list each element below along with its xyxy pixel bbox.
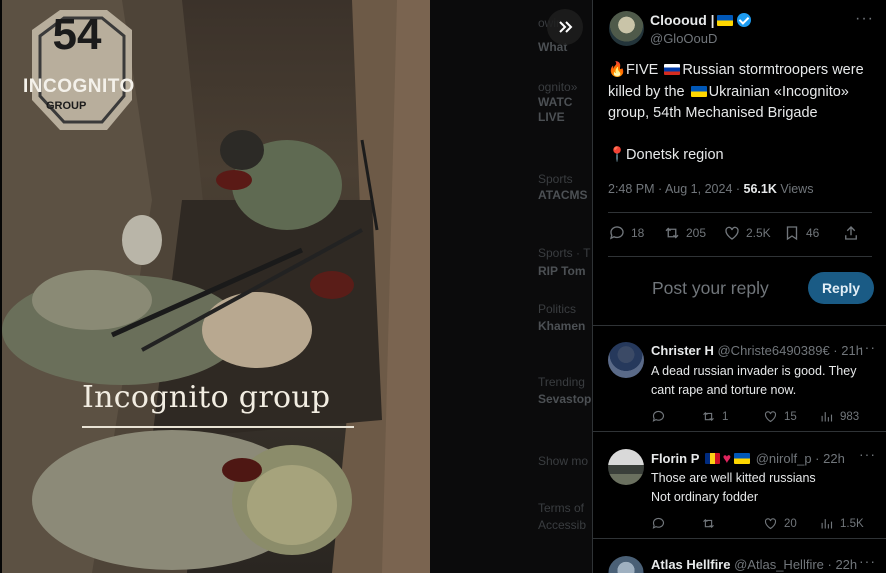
reply-input[interactable]: Post your reply — [652, 278, 769, 299]
author-name[interactable]: Cloooud | — [650, 12, 751, 28]
reply-avatar[interactable] — [608, 449, 644, 485]
bar-chart-icon — [821, 412, 833, 422]
red-heart-icon: ♥ — [722, 450, 732, 466]
speech-bubble-icon — [652, 410, 665, 422]
verified-badge-icon — [736, 13, 751, 27]
background-feed-text: Show mo — [538, 454, 589, 468]
share-action[interactable] — [842, 224, 860, 242]
author-handle[interactable]: @GloOouD — [650, 31, 717, 46]
reply-text: A dead russian invader is good. They can… — [651, 364, 857, 397]
reply-avatar[interactable] — [608, 342, 644, 378]
romania-flag-icon — [704, 453, 720, 464]
ukraine-flag-icon — [716, 15, 733, 26]
chevron-double-right-icon — [559, 21, 573, 33]
background-feed-text: Khamen — [538, 319, 586, 333]
reply-text: Those are well kitted russians Not ordina… — [651, 471, 816, 504]
speech-bubble-icon — [609, 226, 624, 240]
background-feed-text: Sports — [538, 172, 573, 186]
ukraine-flag-icon — [734, 453, 751, 464]
background-feed-text: Sevastop — [538, 392, 592, 406]
logo-number: 54 — [52, 10, 102, 59]
reply-author[interactable]: Christer H @Christe6490389€ · 21h — [651, 343, 863, 358]
more-options-icon[interactable]: ··· — [859, 339, 876, 355]
background-feed-text: Trending — [538, 375, 585, 389]
speech-bubble-icon — [652, 517, 665, 529]
heart-icon — [764, 518, 777, 530]
divider — [593, 538, 886, 539]
divider — [608, 256, 872, 257]
author-avatar[interactable] — [609, 11, 644, 46]
background-feed-text: ognito» — [538, 80, 578, 94]
reply-avatar[interactable] — [608, 556, 644, 573]
views-action[interactable]: 1.5K — [819, 516, 864, 531]
tweet-timestamp: 2:48 PM · Aug 1, 2024 · 56.1K Views — [608, 182, 814, 196]
reply-action[interactable]: 18 — [608, 224, 644, 242]
ukraine-flag-icon — [690, 85, 707, 97]
divider — [593, 325, 886, 326]
logo-subtitle: GROUP — [46, 100, 87, 112]
bookmark-icon — [786, 226, 798, 241]
reply-actions: 1 15 983 — [651, 409, 886, 427]
bar-chart-icon — [821, 519, 833, 529]
background-feed-text: WATC — [538, 95, 573, 109]
background-feed-text: LIVE — [538, 110, 565, 124]
background-feed-text: ATACMS — [538, 188, 588, 202]
repost-action[interactable]: 1 — [701, 409, 728, 424]
background-feed-text: Accessib — [538, 518, 587, 532]
media-viewer: owingWhatWATCLIVEognito»SportsATACMSSpor… — [0, 0, 592, 573]
share-upload-icon — [845, 226, 857, 240]
reply-author[interactable]: Atlas Hellfire @Atlas_Hellfire · 22h — [651, 557, 857, 572]
background-feed: owingWhatWATCLIVEognito»SportsATACMSSpor… — [430, 0, 592, 573]
repost-arrows-icon — [703, 518, 714, 529]
media-photo[interactable]: 54 INCOGNITO GROUP Incognito group — [2, 0, 430, 573]
reply-actions: 20 1.5K — [651, 516, 886, 534]
background-feed-text: Terms of — [538, 501, 585, 515]
background-feed-text: RIP Tom — [538, 264, 586, 278]
photo-watermark: Incognito group — [82, 380, 331, 415]
divider — [593, 431, 886, 432]
watermark-underline — [82, 426, 354, 428]
tweet-text: 🔥FIVE Russian stormtroopers were killed … — [608, 62, 864, 121]
divider — [608, 212, 872, 213]
bookmark-action[interactable]: 46 — [783, 224, 819, 242]
repost-arrows-icon — [703, 411, 714, 422]
repost-action[interactable]: 205 — [663, 224, 706, 242]
reply-action[interactable] — [651, 409, 672, 424]
background-feed-text: Politics — [538, 302, 577, 316]
views-action[interactable]: 983 — [819, 409, 859, 424]
repost-arrows-icon — [665, 227, 679, 239]
background-feed-text: Sports · T — [538, 246, 591, 260]
russia-flag-icon — [664, 64, 681, 75]
heart-icon — [725, 226, 739, 240]
tweet-actions: 18 205 2.5K 46 — [608, 224, 878, 246]
reply-button[interactable]: Reply — [808, 272, 874, 304]
tweet-location: 📍Donetsk region — [608, 147, 724, 163]
reply-author[interactable]: Florin P ♥ @nirolf_p · 22h — [651, 450, 845, 466]
more-options-icon[interactable]: ··· — [859, 553, 876, 569]
tweet-panel: Cloooud | @GloOouD ··· 🔥FIVE Russian sto… — [592, 0, 886, 573]
more-options-icon[interactable]: ··· — [855, 10, 874, 28]
like-action[interactable]: 15 — [763, 409, 797, 424]
logo-title: INCOGNITO — [23, 76, 135, 97]
repost-action[interactable] — [701, 516, 722, 531]
reply-action[interactable] — [651, 516, 672, 531]
like-action[interactable]: 20 — [763, 516, 797, 531]
expand-button[interactable] — [547, 9, 583, 45]
more-options-icon[interactable]: ··· — [859, 446, 876, 462]
like-action[interactable]: 2.5K — [723, 224, 771, 242]
heart-icon — [764, 411, 777, 423]
